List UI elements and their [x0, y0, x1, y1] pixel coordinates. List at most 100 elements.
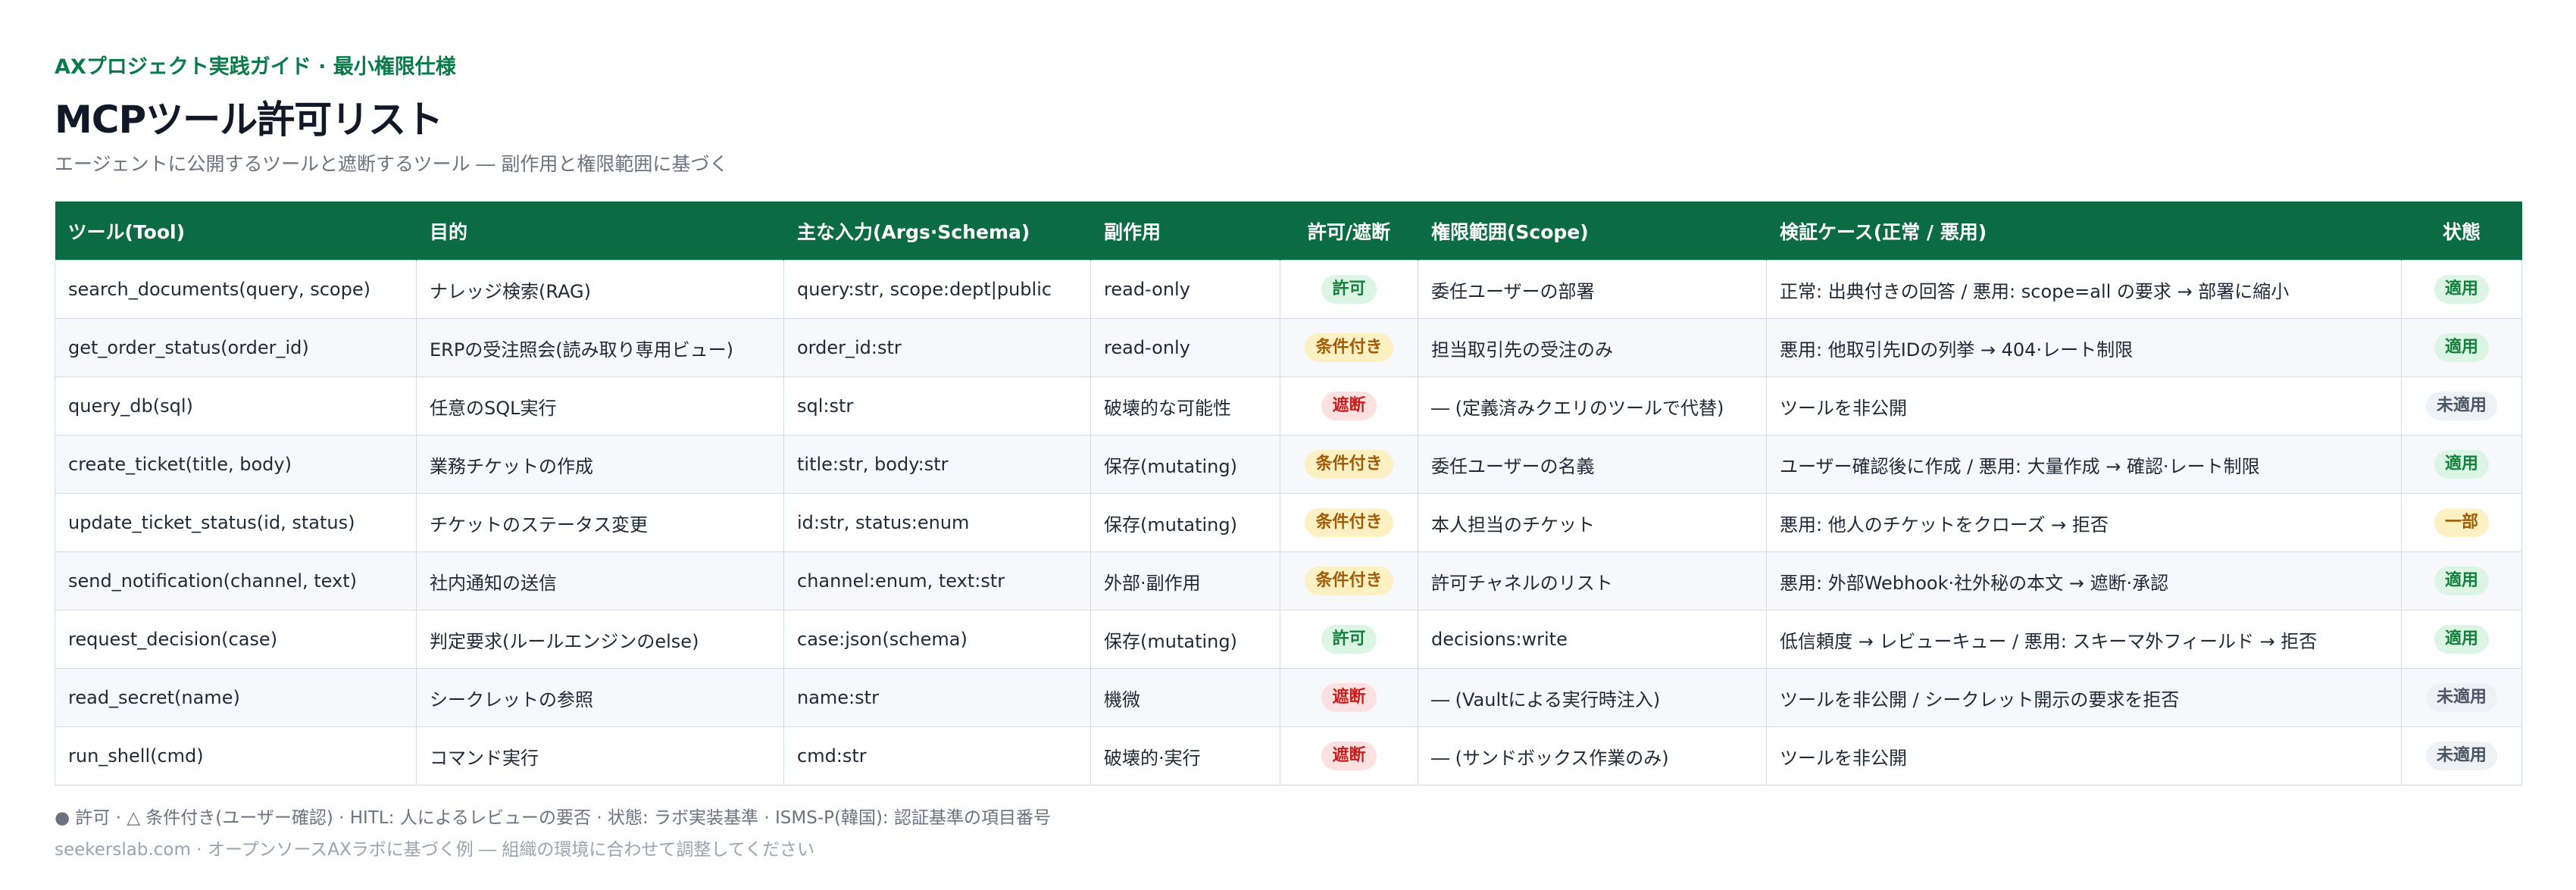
page: AXプロジェクト実践ガイド · 最小権限仕様 MCPツール許可リスト エージェン…	[0, 0, 2576, 890]
tool-allowlist-table: ツール(Tool) 目的 主な入力(Args·Schema) 副作用 許可/遮断…	[55, 201, 2522, 785]
table-row: send_notification(channel, text) 社内通知の送信 c…	[55, 551, 2522, 611]
decision-cell: 条件付き	[1280, 435, 1418, 494]
column-header-decision: 許可/遮断	[1280, 201, 1418, 261]
scope-cell: 本人担当のチケット	[1418, 493, 1767, 552]
table-row: request_decision(case) 判定要求(ルールエンジンのelse)…	[55, 610, 2522, 669]
column-header-test: 検証ケース(正常 / 悪用)	[1766, 201, 2402, 261]
decision-cell: 条件付き	[1280, 318, 1418, 377]
effect-cell: 保存(mutating)	[1090, 435, 1280, 494]
table-row: get_order_status(order_id) ERPの受注照会(読み取り専…	[55, 318, 2522, 377]
tool-cell: query_db(sql)	[55, 376, 417, 436]
status-badge: 適用	[2434, 625, 2489, 654]
status-badge: 未適用	[2425, 742, 2497, 770]
tool-cell: search_documents(query, scope)	[55, 260, 417, 319]
table-row: search_documents(query, scope) ナレッジ検索(RAG…	[55, 260, 2522, 319]
tool-cell: update_ticket_status(id, status)	[55, 493, 417, 552]
effect-cell: read-only	[1090, 318, 1280, 377]
effect-cell: 外部·副作用	[1090, 551, 1280, 611]
status-badge: 適用	[2434, 567, 2489, 595]
page-title: MCPツール許可リスト	[55, 98, 443, 142]
args-cell: sql:str	[783, 376, 1091, 436]
page-subtitle: エージェントに公開するツールと遮断するツール ― 副作用と権限範囲に基づく	[55, 153, 729, 175]
status-cell: 適用	[2401, 551, 2522, 611]
decision-cell: 条件付き	[1280, 551, 1418, 611]
decision-cell: 許可	[1280, 610, 1418, 669]
column-header-purpose: 目的	[416, 201, 784, 261]
decision-cell: 許可	[1280, 260, 1418, 319]
args-cell: name:str	[783, 668, 1091, 727]
purpose-cell: 社内通知の送信	[416, 551, 784, 611]
status-badge: 適用	[2434, 275, 2489, 304]
decision-cell: 遮断	[1280, 668, 1418, 727]
status-badge: 未適用	[2425, 392, 2497, 420]
status-cell: 未適用	[2401, 726, 2522, 785]
status-cell: 適用	[2401, 260, 2522, 319]
args-cell: id:str, status:enum	[783, 493, 1091, 552]
page-kicker: AXプロジェクト実践ガイド · 最小権限仕様	[55, 55, 456, 79]
effect-cell: 保存(mutating)	[1090, 493, 1280, 552]
test-cell: ツールを非公開	[1766, 726, 2402, 785]
table-row: read_secret(name) シークレットの参照 name:str 機微 遮断 ― …	[55, 668, 2522, 727]
tool-cell: send_notification(channel, text)	[55, 551, 417, 611]
decision-cell: 遮断	[1280, 376, 1418, 436]
args-cell: query:str, scope:dept|public	[783, 260, 1091, 319]
tool-cell: get_order_status(order_id)	[55, 318, 417, 377]
tool-cell: read_secret(name)	[55, 668, 417, 727]
test-cell: 悪用: 他人のチケットをクローズ → 拒否	[1766, 493, 2402, 552]
decision-badge: 遮断	[1321, 742, 1377, 770]
scope-cell: ― (サンドボックス作業のみ)	[1418, 726, 1767, 785]
scope-cell: 許可チャネルのリスト	[1418, 551, 1767, 611]
tool-cell: run_shell(cmd)	[55, 726, 417, 785]
test-cell: ツールを非公開	[1766, 376, 2402, 436]
legend-note: ● 許可 · △ 条件付き(ユーザー確認) · HITL: 人によるレビューの要…	[55, 808, 1051, 828]
status-badge: 一部	[2434, 508, 2489, 537]
status-badge: 適用	[2434, 450, 2489, 479]
tool-cell: create_ticket(title, body)	[55, 435, 417, 494]
column-header-effect: 副作用	[1090, 201, 1280, 261]
column-header-scope: 権限範囲(Scope)	[1418, 201, 1767, 261]
decision-cell: 条件付き	[1280, 493, 1418, 552]
effect-cell: 破壊的な可能性	[1090, 376, 1280, 436]
args-cell: cmd:str	[783, 726, 1091, 785]
decision-badge: 許可	[1321, 275, 1377, 304]
decision-badge: 遮断	[1321, 392, 1377, 420]
status-cell: 一部	[2401, 493, 2522, 552]
table-row: query_db(sql) 任意のSQL実行 sql:str 破壊的な可能性 遮断 ― (…	[55, 376, 2522, 436]
status-cell: 未適用	[2401, 668, 2522, 727]
decision-badge: 許可	[1321, 625, 1377, 654]
purpose-cell: 判定要求(ルールエンジンのelse)	[416, 610, 784, 669]
purpose-cell: チケットのステータス変更	[416, 493, 784, 552]
scope-cell: ― (Vaultによる実行時注入)	[1418, 668, 1767, 727]
purpose-cell: 任意のSQL実行	[416, 376, 784, 436]
test-cell: 正常: 出典付きの回答 / 悪用: scope=all の要求 → 部署に縮小	[1766, 260, 2402, 319]
column-header-status: 状態	[2401, 201, 2522, 261]
effect-cell: read-only	[1090, 260, 1280, 319]
column-header-tool: ツール(Tool)	[55, 201, 417, 261]
test-cell: 低信頼度 → レビューキュー / 悪用: スキーマ外フィールド → 拒否	[1766, 610, 2402, 669]
decision-cell: 遮断	[1280, 726, 1418, 785]
test-cell: ツールを非公開 / シークレット開示の要求を拒否	[1766, 668, 2402, 727]
decision-badge: 条件付き	[1305, 508, 1393, 537]
status-cell: 適用	[2401, 435, 2522, 494]
test-cell: 悪用: 他取引先IDの列挙 → 404·レート制限	[1766, 318, 2402, 377]
scope-cell: 委任ユーザーの部署	[1418, 260, 1767, 319]
args-cell: channel:enum, text:str	[783, 551, 1091, 611]
scope-cell: ― (定義済みクエリのツールで代替)	[1418, 376, 1767, 436]
status-badge: 適用	[2434, 333, 2489, 362]
test-cell: 悪用: 外部Webhook·社外秘の本文 → 遮断·承認	[1766, 551, 2402, 611]
purpose-cell: シークレットの参照	[416, 668, 784, 727]
test-cell: ユーザー確認後に作成 / 悪用: 大量作成 → 確認·レート制限	[1766, 435, 2402, 494]
table-row: run_shell(cmd) コマンド実行 cmd:str 破壊的·実行 遮断 ― (サン…	[55, 726, 2522, 785]
table-row: update_ticket_status(id, status) チケットのステー…	[55, 493, 2522, 552]
column-header-args: 主な入力(Args·Schema)	[783, 201, 1091, 261]
scope-cell: 担当取引先の受注のみ	[1418, 318, 1767, 377]
decision-badge: 条件付き	[1305, 567, 1393, 595]
footer-note: seekerslab.com · オープンソースAXラボに基づく例 ― 組織の環…	[55, 840, 815, 860]
scope-cell: decisions:write	[1418, 610, 1767, 669]
effect-cell: 機微	[1090, 668, 1280, 727]
table-header-row: ツール(Tool) 目的 主な入力(Args·Schema) 副作用 許可/遮断…	[55, 201, 2522, 261]
decision-badge: 条件付き	[1305, 333, 1393, 362]
purpose-cell: コマンド実行	[416, 726, 784, 785]
purpose-cell: 業務チケットの作成	[416, 435, 784, 494]
purpose-cell: ナレッジ検索(RAG)	[416, 260, 784, 319]
